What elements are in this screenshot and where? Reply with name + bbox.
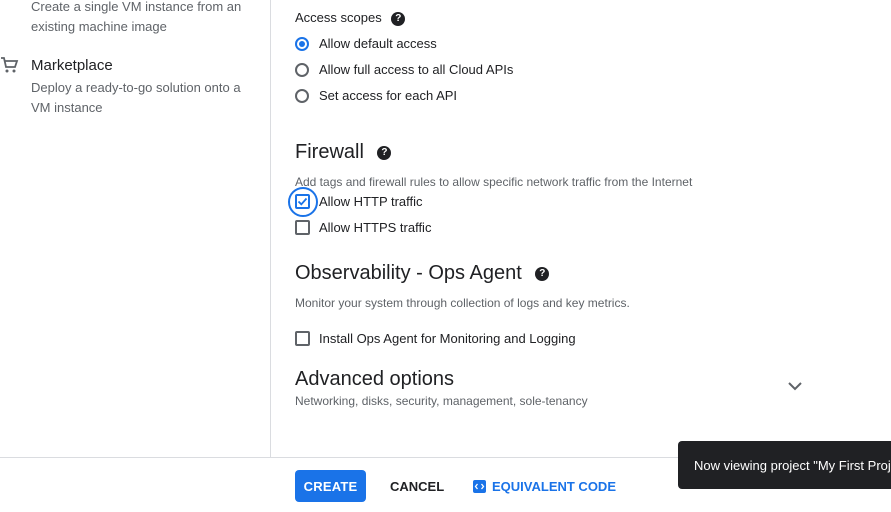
access-scopes-label: Access scopes ? xyxy=(295,10,406,26)
checkbox-allow-http[interactable]: Allow HTTP traffic xyxy=(295,194,423,209)
radio-selected-icon[interactable] xyxy=(295,36,309,51)
radio-unselected-icon[interactable] xyxy=(295,88,309,103)
radio-set-access-each-api[interactable]: Set access for each API xyxy=(295,88,457,103)
observability-title: Observability - Ops Agent xyxy=(295,262,522,284)
access-scopes-label-text: Access scopes xyxy=(295,10,382,25)
checkbox-unchecked[interactable] xyxy=(295,331,310,346)
checkbox-label: Allow HTTPS traffic xyxy=(319,220,432,235)
help-icon[interactable]: ? xyxy=(377,145,392,160)
checkbox-label: Install Ops Agent for Monitoring and Log… xyxy=(319,331,576,346)
cancel-button[interactable]: CANCEL xyxy=(390,470,444,502)
observability-description: Monitor your system through collection o… xyxy=(295,296,630,310)
radio-label: Allow default access xyxy=(319,36,437,51)
radio-label: Set access for each API xyxy=(319,88,458,103)
marketplace-description: Deploy a ready-to-go solution onto a VM … xyxy=(31,80,241,115)
firewall-heading: Firewall ? xyxy=(295,141,392,164)
help-icon[interactable]: ? xyxy=(535,266,550,281)
observability-heading: Observability - Ops Agent ? xyxy=(295,262,550,285)
firewall-description: Add tags and firewall rules to allow spe… xyxy=(295,175,693,189)
marketplace-title[interactable]: Marketplace xyxy=(31,57,113,74)
equivalent-code-label: EQUIVALENT CODE xyxy=(492,478,616,494)
project-toast: Now viewing project "My First Proj xyxy=(678,441,891,489)
advanced-options-title[interactable]: Advanced options xyxy=(295,368,454,391)
help-icon[interactable]: ? xyxy=(391,11,406,26)
checkbox-allow-https[interactable]: Allow HTTPS traffic xyxy=(295,220,431,235)
marketplace-cart-icon xyxy=(0,55,20,80)
firewall-title: Firewall xyxy=(295,141,364,163)
radio-allow-default-access[interactable]: Allow default access xyxy=(295,36,437,51)
toast-text: Now viewing project "My First Proj xyxy=(694,457,891,473)
machine-image-description: Create a single VM instance from an exis… xyxy=(31,0,242,34)
radio-allow-full-access[interactable]: Allow full access to all Cloud APIs xyxy=(295,62,513,77)
create-button[interactable]: CREATE xyxy=(295,470,366,502)
checkbox-install-ops-agent[interactable]: Install Ops Agent for Monitoring and Log… xyxy=(295,331,576,346)
chevron-down-icon[interactable] xyxy=(786,377,804,400)
checkbox-checked[interactable] xyxy=(295,194,310,209)
code-icon xyxy=(473,479,486,493)
advanced-options-description: Networking, disks, security, management,… xyxy=(295,394,588,408)
radio-unselected-icon[interactable] xyxy=(295,62,309,77)
checkbox-label: Allow HTTP traffic xyxy=(319,194,423,209)
checkbox-unchecked[interactable] xyxy=(295,220,310,235)
checkmark-icon xyxy=(297,197,308,206)
radio-label: Allow full access to all Cloud APIs xyxy=(319,62,514,77)
equivalent-code-button[interactable]: EQUIVALENT CODE xyxy=(473,470,616,502)
vertical-divider xyxy=(270,0,271,458)
